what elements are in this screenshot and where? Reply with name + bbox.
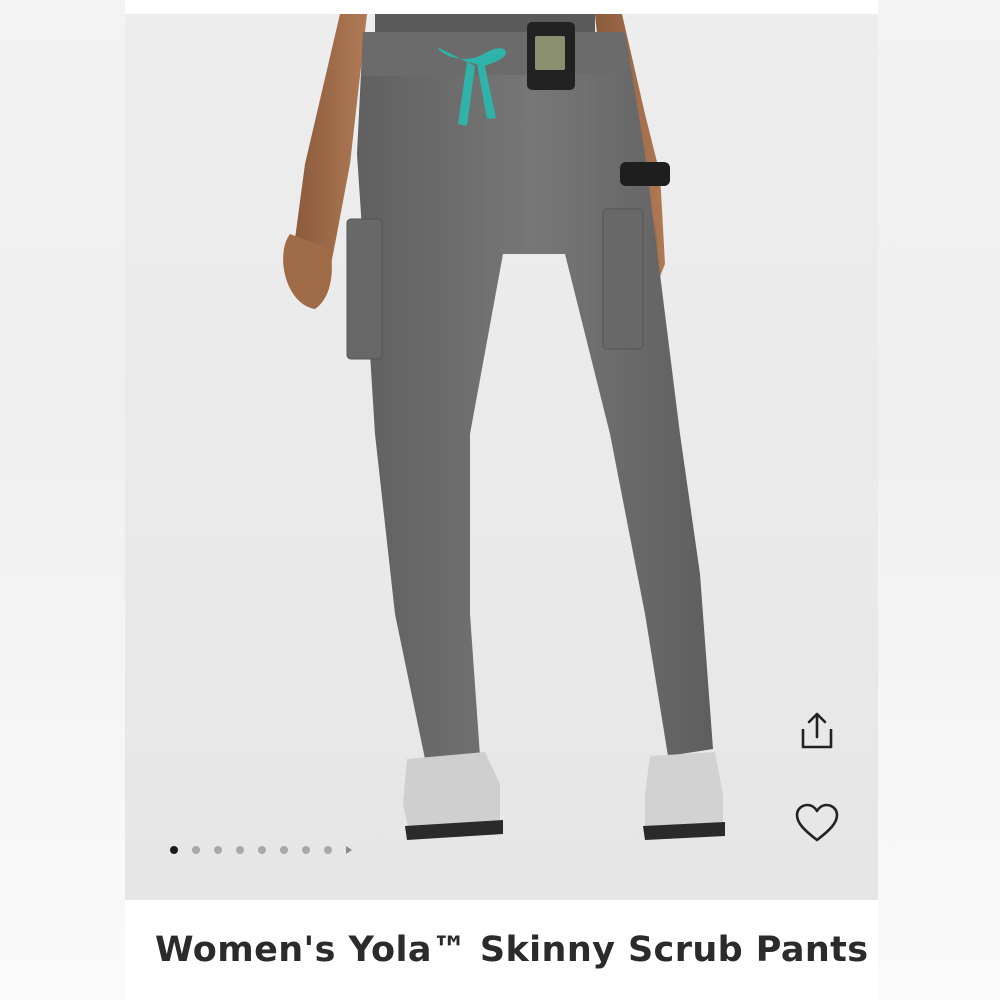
gallery-dot-7[interactable] <box>302 846 310 854</box>
gallery-dot-4[interactable] <box>236 846 244 854</box>
product-title: Women's Yola™ Skinny Scrub Pants <box>155 930 869 970</box>
gallery-dot-3[interactable] <box>214 846 222 854</box>
product-card: Women's Yola™ Skinny Scrub Pants <box>125 0 878 1000</box>
gallery-pagination <box>170 844 352 856</box>
heart-icon <box>795 803 839 842</box>
favorite-button[interactable] <box>793 799 841 847</box>
gallery-dot-8[interactable] <box>324 846 332 854</box>
gallery-next-arrow-icon[interactable] <box>346 846 352 854</box>
gallery-dot-6[interactable] <box>280 846 288 854</box>
product-photo-illustration <box>283 14 725 840</box>
share-button[interactable] <box>793 707 841 755</box>
gallery-dot-2[interactable] <box>192 846 200 854</box>
right-backdrop <box>878 0 1000 1000</box>
share-icon <box>801 712 833 749</box>
gallery-dot-5[interactable] <box>258 846 266 854</box>
product-image[interactable] <box>125 14 878 900</box>
gallery-dot-1[interactable] <box>170 846 178 854</box>
left-backdrop <box>0 0 125 1000</box>
